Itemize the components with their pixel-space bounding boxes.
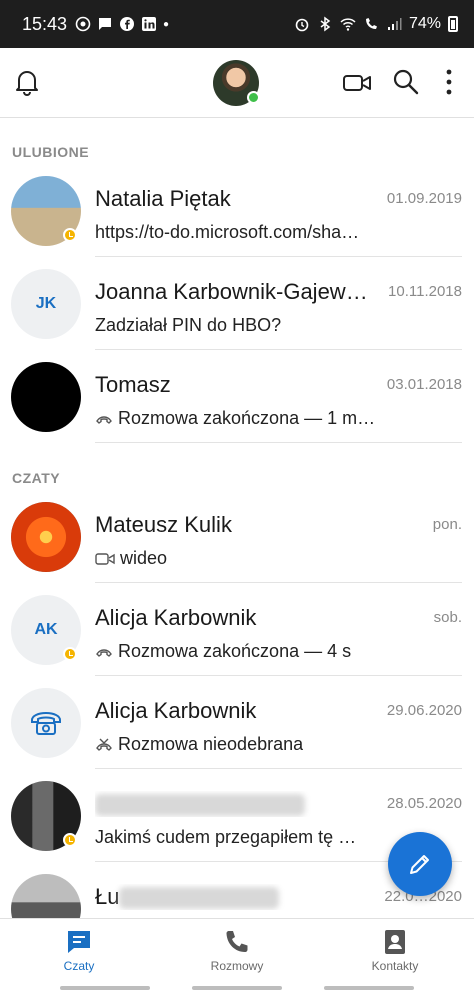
contact-avatar <box>11 781 81 851</box>
message-preview: Jakimś cudem przegapiłem tę … <box>95 827 357 847</box>
section-header-chats: CZATY <box>12 470 61 486</box>
tab-calls-label: Rozmowy <box>210 959 264 973</box>
contacts-book-icon <box>385 930 405 954</box>
alarm-icon <box>295 18 309 32</box>
tab-chats[interactable]: Czaty <box>0 919 158 982</box>
away-status-icon <box>63 228 77 242</box>
last-message-date: 01.09.2019 <box>386 190 462 207</box>
missed-call-icon <box>96 738 112 751</box>
notification-icons: ● <box>75 16 169 32</box>
last-message-date: pon. <box>432 516 462 533</box>
signal-icon <box>387 18 402 30</box>
wifi-icon <box>340 18 356 31</box>
contact-avatar <box>11 502 81 572</box>
my-profile-avatar[interactable] <box>213 60 260 106</box>
tab-chats-label: Czaty <box>63 959 95 973</box>
away-status-icon <box>63 833 77 847</box>
tab-contacts[interactable]: Kontakty <box>316 919 474 982</box>
chat-icon <box>68 931 90 953</box>
notifications-bell-icon[interactable] <box>14 68 40 96</box>
message-icon <box>99 18 112 30</box>
last-message-date: 10.11.2018 <box>388 283 462 300</box>
section-header-favorites: ULUBIONE <box>12 144 90 160</box>
bottom-navigation: Czaty Rozmowy Kontakty <box>0 918 474 982</box>
chat-row[interactable]: JK Joanna Karbownik-Gajew… 10.11.2018 Za… <box>0 257 474 350</box>
contact-name: Alicja Karbownik <box>95 698 257 723</box>
new-video-call-icon[interactable] <box>342 70 372 96</box>
video-icon <box>95 552 115 565</box>
more-notifications-dot: ● <box>163 18 170 30</box>
call-ended-icon <box>96 415 112 424</box>
bluetooth-icon <box>320 16 331 32</box>
contact-name-redacted: Łu <box>95 884 375 910</box>
contact-name: Tomasz <box>95 372 171 397</box>
battery-percent: 74% <box>408 15 441 32</box>
contact-name: Mateusz Kulik <box>95 512 232 537</box>
message-preview: Zadziałał PIN do HBO? <box>95 315 282 335</box>
message-preview: https://to-do.microsoft.com/sha… <box>95 222 360 242</box>
app-bar <box>0 48 474 118</box>
message-preview: Rozmowa zakończona — 4 s <box>95 641 385 662</box>
contact-name: Natalia Piętak <box>95 186 231 211</box>
whatsapp-icon <box>75 16 91 32</box>
message-preview: Rozmowa nieodebrana <box>95 734 385 755</box>
contact-avatar <box>11 176 81 246</box>
online-status-dot <box>247 91 260 104</box>
search-icon[interactable] <box>392 68 420 96</box>
gesture-bar-center <box>192 986 282 990</box>
message-preview: Rozmowa zakończona — 1 m… <box>95 408 385 429</box>
redacted-name-blur <box>95 794 305 817</box>
wifi-calling-icon <box>365 18 377 29</box>
last-message-date: 29.06.2020 <box>386 702 462 719</box>
last-message-date: 03.01.2018 <box>386 376 462 393</box>
phone-contact-avatar <box>11 688 81 758</box>
message-preview: wideo <box>95 548 385 569</box>
divider <box>95 442 462 443</box>
contact-name-redacted <box>95 791 375 817</box>
redacted-name-blur <box>119 887 280 910</box>
contact-avatar-initials: AK <box>11 595 81 665</box>
chat-row[interactable]: Alicja Karbownik 29.06.2020 Rozmowa nieo… <box>0 676 474 769</box>
gesture-bar-right <box>324 986 414 990</box>
tab-calls[interactable]: Rozmowy <box>158 919 316 982</box>
linkedin-icon <box>142 17 157 31</box>
facebook-icon <box>120 17 135 31</box>
phone-icon <box>226 931 248 952</box>
chat-row[interactable]: Tomasz 03.01.2018 Rozmowa zakończona — 1… <box>0 350 474 443</box>
battery-icon <box>448 16 458 32</box>
chat-row[interactable]: Natalia Piętak 01.09.2019 https://to-do.… <box>0 164 474 257</box>
away-status-icon <box>63 647 77 661</box>
new-chat-button[interactable] <box>388 832 452 896</box>
status-bar: 15:43 ● 74% <box>0 0 474 48</box>
contact-name: Joanna Karbownik-Gajew… <box>95 279 368 304</box>
contact-name: Alicja Karbownik <box>95 605 257 630</box>
last-message-date: sob. <box>433 609 462 626</box>
more-options-icon[interactable] <box>442 68 456 96</box>
tab-contacts-label: Kontakty <box>371 959 419 973</box>
pencil-icon <box>410 855 429 874</box>
telephone-icon <box>31 711 61 735</box>
chat-row[interactable]: AK Alicja Karbownik sob. Rozmowa zakończ… <box>0 583 474 676</box>
chat-row[interactable]: Mateusz Kulik pon. wideo <box>0 490 474 583</box>
call-ended-icon <box>96 648 112 657</box>
gesture-bar-left <box>60 986 150 990</box>
status-time: 15:43 <box>22 13 68 34</box>
system-icons: 74% <box>294 15 458 33</box>
contact-avatar <box>11 362 81 432</box>
last-message-date: 28.05.2020 <box>386 795 462 812</box>
contact-avatar <box>11 874 81 918</box>
contact-avatar-initials: JK <box>11 269 81 339</box>
